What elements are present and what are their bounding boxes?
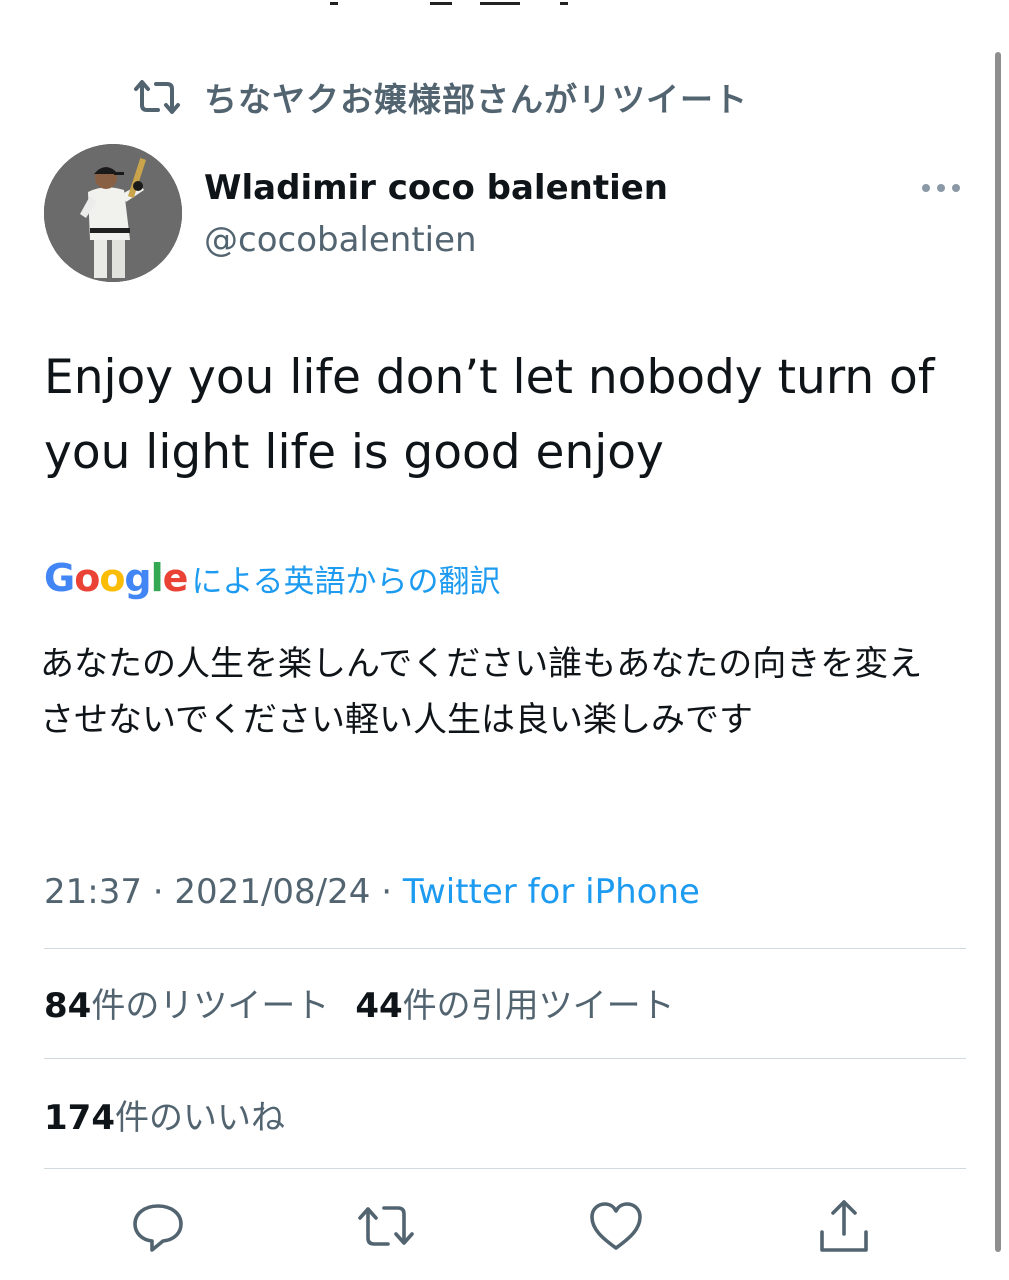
scrollbar[interactable]	[995, 52, 1001, 1252]
more-options-icon[interactable]	[918, 176, 964, 200]
likes-stat[interactable]: 174件のいいね	[44, 1090, 285, 1139]
tweet-source-link[interactable]: Twitter for iPhone	[403, 872, 700, 912]
google-logo: Google	[44, 556, 188, 600]
share-icon[interactable]	[814, 1196, 874, 1256]
tweet-time: 21:37	[44, 872, 142, 912]
likes-label: 件のいいね	[114, 1097, 285, 1138]
tweet-metadata: 21:37 · 2021/08/24 · Twitter for iPhone	[44, 866, 700, 918]
stats-row: 84件のリツイート 44件の引用ツイート	[44, 976, 701, 1028]
tweet-date: 2021/08/24	[174, 872, 371, 912]
translation-label: による英語からの翻訳	[191, 563, 501, 600]
retweets-label: 件のリツイート	[91, 985, 330, 1026]
translated-text: あなたの人生を楽しんでください誰もあなたの向きを変えさせないでください軽い人生は…	[40, 644, 923, 740]
quotes-count: 44	[355, 985, 403, 1026]
likes-row: 174件のいいね	[44, 1088, 311, 1140]
quotes-stat[interactable]: 44件の引用ツイート	[355, 978, 674, 1027]
likes-count: 174	[44, 1097, 115, 1138]
tweet-author[interactable]: Wladimir coco balentien @cocobalentien	[204, 160, 668, 264]
display-name[interactable]: Wladimir coco balentien	[204, 160, 668, 216]
avatar-photo	[44, 144, 182, 282]
cropped-glyph	[330, 0, 338, 5]
avatar[interactable]	[44, 144, 182, 282]
quotes-label: 件の引用ツイート	[402, 985, 675, 1026]
retweet-banner-text: ちなヤクお嬢様部さんがリツイート	[204, 80, 748, 119]
translation-header[interactable]: Google による英語からの翻訳	[44, 552, 501, 604]
divider	[44, 1168, 966, 1169]
action-bar	[0, 1196, 1009, 1256]
reply-icon[interactable]	[128, 1196, 188, 1256]
like-icon[interactable]	[586, 1196, 646, 1256]
retweet-banner[interactable]: ちなヤクお嬢様部さんがリツイート	[132, 72, 748, 122]
retweet-icon	[134, 80, 180, 114]
meta-separator: ·	[141, 872, 175, 912]
cropped-glyph	[430, 0, 452, 5]
divider	[44, 948, 966, 949]
meta-separator: ·	[370, 872, 403, 912]
divider	[44, 1058, 966, 1059]
cropped-glyph	[480, 0, 520, 5]
retweets-stat[interactable]: 84件のリツイート	[44, 978, 329, 1027]
cropped-top-edge	[0, 0, 1009, 10]
cropped-glyph	[560, 0, 568, 5]
retweets-count: 84	[44, 985, 92, 1026]
tweet-text: Enjoy you life don’t let nobody turn of …	[44, 350, 935, 480]
user-handle[interactable]: @cocobalentien	[204, 216, 668, 264]
retweet-icon[interactable]	[356, 1196, 416, 1256]
